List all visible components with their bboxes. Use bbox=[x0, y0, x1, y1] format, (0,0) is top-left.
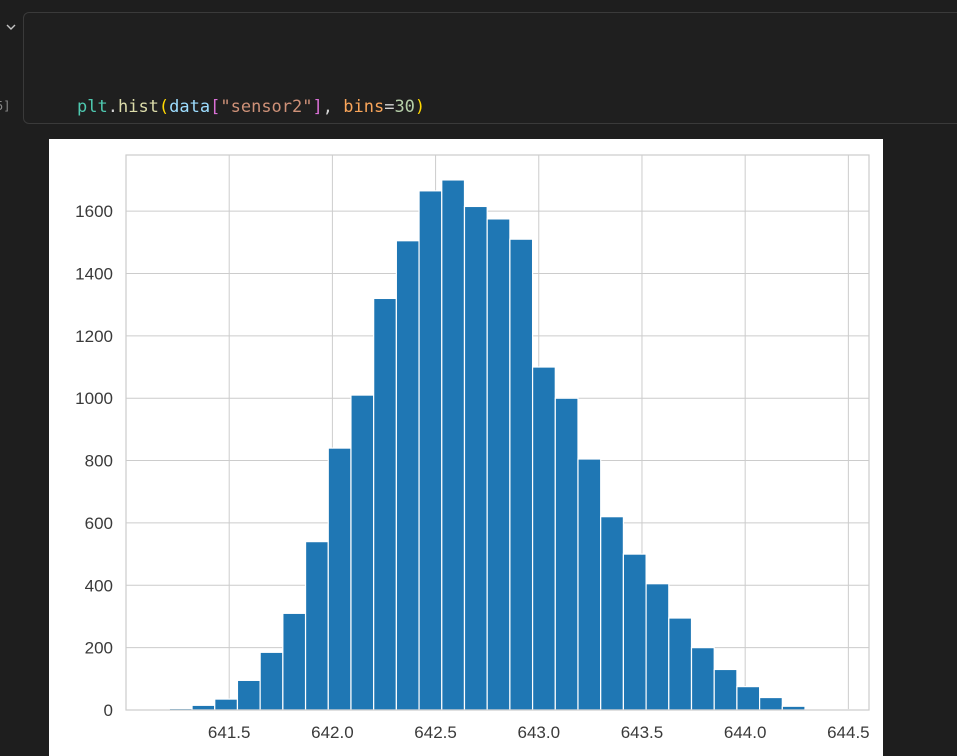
code-line[interactable]: plt.hist(data["sensor2"], bins=30) bbox=[77, 93, 425, 122]
histogram-bar bbox=[509, 238, 534, 711]
histogram-bar bbox=[441, 179, 466, 711]
y-tick-label: 1600 bbox=[75, 202, 113, 221]
histogram-bar bbox=[622, 553, 647, 711]
y-tick-label: 600 bbox=[85, 514, 113, 533]
y-tick-label: 0 bbox=[104, 701, 113, 720]
code-token: 30 bbox=[394, 97, 415, 117]
x-tick-label: 643.0 bbox=[518, 723, 561, 742]
x-tick-label: 643.5 bbox=[621, 723, 664, 742]
histogram-bar bbox=[395, 240, 420, 711]
histogram-bar bbox=[736, 686, 761, 711]
y-tick-label: 1200 bbox=[75, 327, 113, 346]
histogram-bar bbox=[645, 583, 670, 711]
code-token: bins bbox=[343, 97, 385, 117]
code-token: ( bbox=[158, 97, 170, 117]
histogram-bar bbox=[463, 205, 488, 711]
code-token: ) bbox=[414, 97, 426, 117]
code-token: , bbox=[322, 97, 344, 117]
histogram-bar bbox=[418, 190, 443, 711]
x-tick-label: 644.5 bbox=[827, 723, 870, 742]
histogram-bar bbox=[554, 397, 579, 711]
code-token: plt bbox=[77, 97, 108, 117]
histogram-bar bbox=[259, 651, 284, 711]
histogram-bar bbox=[214, 698, 239, 711]
code-token: hist bbox=[117, 97, 159, 117]
histogram-bar bbox=[327, 447, 352, 711]
histogram-bar bbox=[531, 366, 556, 711]
x-tick-label: 644.0 bbox=[724, 723, 767, 742]
notebook-page: 5] plt.hist(data["sensor2"], bins=30) pl… bbox=[0, 0, 957, 756]
x-tick-label: 641.5 bbox=[208, 723, 251, 742]
code-cell[interactable]: plt.hist(data["sensor2"], bins=30) plt.s… bbox=[23, 12, 957, 204]
histogram-chart: 641.5 642.0 642.5 643.0 643.5 644.0 644.5 0 200 4… bbox=[75, 154, 870, 742]
code-token: ] bbox=[312, 97, 323, 117]
chevron-down-icon[interactable] bbox=[4, 20, 18, 34]
histogram-bar bbox=[759, 696, 783, 711]
histogram-bar bbox=[236, 679, 261, 711]
histogram-bar bbox=[713, 668, 738, 711]
y-tick-label: 400 bbox=[85, 576, 113, 595]
histogram-bar bbox=[282, 612, 307, 711]
histogram-bar bbox=[577, 458, 602, 711]
histogram-bar bbox=[191, 704, 216, 711]
code-token: "sensor2" bbox=[220, 97, 313, 117]
y-tick-label: 1400 bbox=[75, 264, 113, 283]
code-token: = bbox=[384, 97, 395, 117]
y-tick-label: 800 bbox=[85, 452, 113, 471]
histogram-bar bbox=[690, 647, 715, 711]
code-token: data bbox=[169, 97, 211, 117]
histogram-bar bbox=[350, 394, 375, 711]
x-tick-label: 642.0 bbox=[311, 723, 354, 742]
histogram-bar bbox=[373, 297, 397, 711]
y-tick-label: 200 bbox=[85, 639, 113, 658]
code-token: [ bbox=[210, 97, 221, 117]
code-token: . bbox=[107, 97, 118, 117]
x-tick-label: 642.5 bbox=[414, 723, 457, 742]
execution-count: 5] bbox=[0, 99, 11, 113]
histogram-bar bbox=[600, 516, 624, 711]
cell-output: 641.5 642.0 642.5 643.0 643.5 644.0 644.5 0 200 4… bbox=[49, 139, 883, 756]
histogram-bar bbox=[668, 617, 693, 711]
histogram-bar bbox=[304, 541, 329, 711]
y-tick-label: 1000 bbox=[75, 389, 113, 408]
histogram-bar bbox=[486, 218, 511, 711]
